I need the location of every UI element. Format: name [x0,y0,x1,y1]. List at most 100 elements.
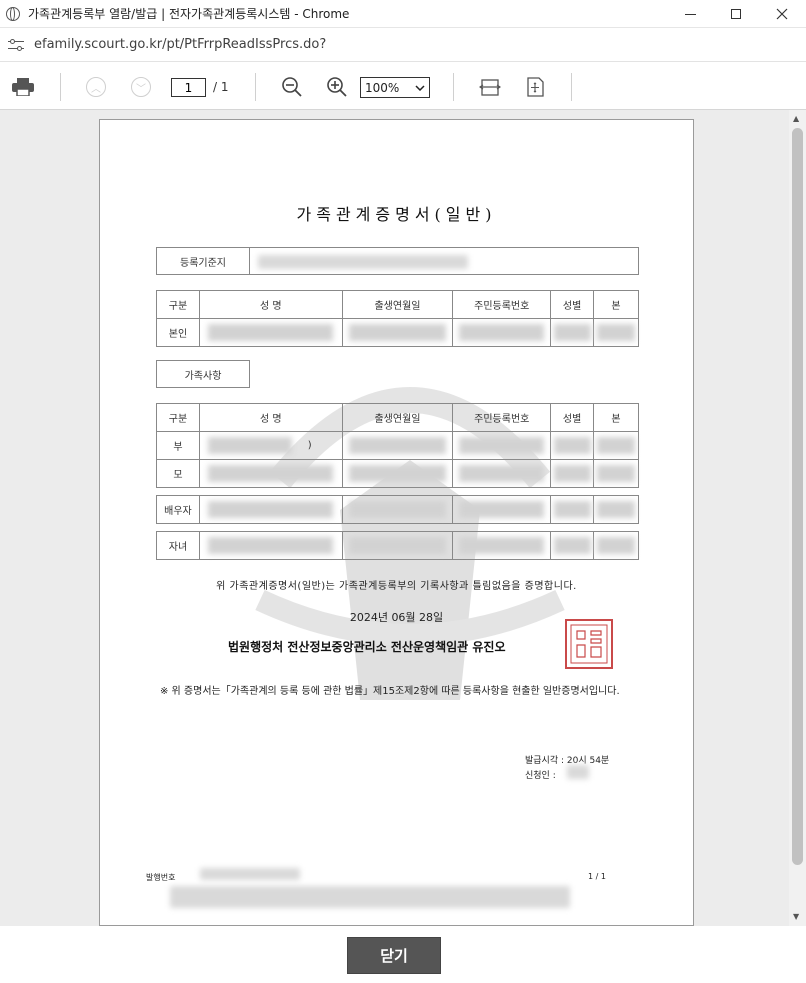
zoom-select[interactable]: 100% [360,77,430,98]
redacted-cell [341,318,454,347]
maximize-icon [731,9,741,19]
header-cell: 구분 [156,403,200,432]
redacted-cell [452,531,552,560]
redacted-cell [550,318,595,347]
issue-number-label: 발행번호 [146,873,176,882]
next-page-icon[interactable]: ﹀ [131,77,151,97]
redacted-cell [550,431,595,460]
relation-cell: 모 [156,459,200,488]
applicant-label: 신청인 : [525,771,556,781]
address-bar[interactable]: efamily.scourt.go.kr/pt/PtFrrpReadIssPrc… [0,28,806,62]
issue-time: 발급시각 : 20시 54분 [525,756,610,766]
toolbar-separator [571,73,572,101]
table-row: 자녀 [156,531,639,560]
globe-icon [6,6,20,21]
redacted-cell [593,431,639,460]
fit-page-icon[interactable] [524,76,546,98]
zoom-value: 100% [365,80,400,95]
fit-width-icon[interactable] [479,76,501,98]
site-settings-icon[interactable] [8,38,24,52]
redacted-cell [593,495,639,524]
toolbar-separator [255,73,256,101]
table-header-row: 구분 성 명 출생연월일 주민등록번호 성별 본 [156,290,639,319]
redacted-cell [198,531,343,560]
table-row: 배우자 [156,495,639,524]
self-table: 구분 성 명 출생연월일 주민등록번호 성별 본 본인 [156,290,639,347]
close-icon [776,8,788,20]
header-cell: 성별 [550,290,595,319]
print-icon[interactable] [12,78,34,96]
table-row: 부 ) [156,431,639,460]
document-title: 가족관계증명서(일반) [296,205,497,224]
redacted-cell [198,459,343,488]
dialog-footer: 닫기 [0,926,806,983]
registration-base-row: 등록기준지 [156,247,639,275]
redacted-cell [452,318,552,347]
relation-cell: 자녀 [156,531,200,560]
vertical-scrollbar[interactable]: ▲ ▼ [789,110,806,926]
legal-note: ※ 위 증명서는「가족관계의 등록 등에 관한 법률」제15조제2항에 따른 등… [160,686,620,697]
redacted-issue-number [200,868,300,880]
header-cell: 성 명 [198,403,343,432]
name-suffix: ) [307,440,312,451]
redacted-cell [550,459,595,488]
header-cell: 본 [593,403,639,432]
redacted-cell [452,431,552,460]
redacted-cell [452,459,552,488]
pdf-toolbar: ︿ ﹀ / 1 100% [0,63,806,110]
url-text[interactable]: efamily.scourt.go.kr/pt/PtFrrpReadIssPrc… [34,37,326,52]
table-row: 모 [156,459,639,488]
header-cell: 주민등록번호 [452,290,552,319]
table-header-row: 구분 성 명 출생연월일 주민등록번호 성별 본 [156,403,639,432]
header-cell: 성 명 [198,290,343,319]
toolbar-separator [453,73,454,101]
redacted-cell [593,459,639,488]
chevron-down-icon [415,84,425,91]
header-cell: 주민등록번호 [452,403,552,432]
relation-cell: 배우자 [156,495,200,524]
certificate-page: 가족관계증명서(일반) 등록기준지 구분 성 명 출생연월일 주민등록번호 성별… [99,119,694,926]
redacted-applicant [567,765,589,779]
close-button[interactable]: 닫기 [347,937,441,974]
relation-cell: 본인 [156,318,200,347]
scroll-up-icon[interactable]: ▲ [793,114,799,123]
page-indicator: 1 / 1 [588,872,606,881]
redacted-cell [341,531,454,560]
scrollbar-thumb[interactable] [792,128,803,865]
family-table: 구분 성 명 출생연월일 주민등록번호 성별 본 부 ) 모 배우자 자녀 [156,403,639,560]
toolbar-separator [60,73,61,101]
header-cell: 성별 [550,403,595,432]
zoom-in-icon[interactable] [326,76,348,98]
minimize-button[interactable] [670,0,710,28]
certification-statement: 위 가족관계증명서(일반)는 가족관계등록부의 기록사항과 틀림없음을 증명합니… [216,581,577,592]
official-seal-icon [565,619,613,669]
close-window-button[interactable] [762,0,802,28]
page-total: / 1 [213,80,229,94]
registration-base-value [250,248,638,274]
redacted-cell [341,495,454,524]
scroll-down-icon[interactable]: ▼ [793,912,799,921]
header-cell: 본 [593,290,639,319]
redacted-cell [198,495,343,524]
redacted-footer-text [170,886,570,908]
minimize-icon [684,13,696,15]
maximize-button[interactable] [716,0,756,28]
header-cell: 출생연월일 [341,403,454,432]
redacted-cell [593,318,639,347]
redacted-cell [550,531,595,560]
registration-base-label: 등록기준지 [157,248,250,274]
header-cell: 출생연월일 [341,290,454,319]
zoom-out-icon[interactable] [281,76,303,98]
window-title: 가족관계등록부 열람/발급 | 전자가족관계등록시스템 - Chrome [28,7,350,21]
page-number-input[interactable] [171,78,206,97]
issuer-name: 법원행정처 전산정보중앙관리소 전산운영책임관 유진오 [228,640,506,654]
previous-page-icon[interactable]: ︿ [86,77,106,97]
redacted-cell [593,531,639,560]
redacted-cell [341,459,454,488]
redacted-cell [550,495,595,524]
relation-cell: 부 [156,431,200,460]
redacted-cell [198,318,343,347]
redacted-cell [341,431,454,460]
family-section-label: 가족사항 [156,360,250,388]
redacted-cell [452,495,552,524]
